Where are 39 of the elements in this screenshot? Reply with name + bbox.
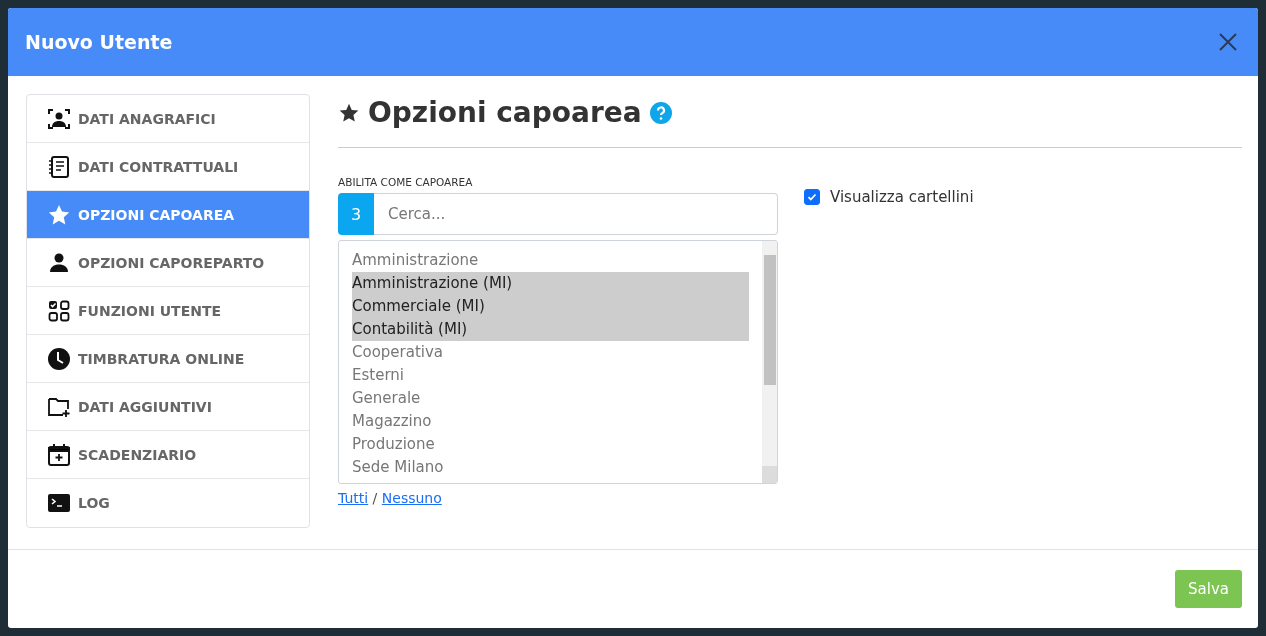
check-icon xyxy=(807,192,817,202)
search-field[interactable]: Cerca... xyxy=(374,193,778,235)
sidebar-item[interactable]: SCADENZIARIO xyxy=(27,431,309,479)
checkbox-grid-icon xyxy=(47,298,71,323)
list-option[interactable]: Produzione xyxy=(352,433,749,456)
list-option[interactable]: Esterni xyxy=(352,364,749,387)
count-badge: 3 xyxy=(338,193,374,235)
list-box[interactable]: Amministrazione Amministrazione (MI) Commerciale (MI) Contabilità (MI) Cooperativa Esterni Generale Magazzino Produzione Sede Milano xyxy=(338,240,778,484)
help-icon[interactable] xyxy=(649,101,672,124)
section-title: Opzioni capoarea xyxy=(368,96,642,129)
dialog-title: Nuovo Utente xyxy=(25,31,173,53)
notebook-icon xyxy=(47,154,71,179)
clock-icon xyxy=(47,346,71,371)
list-option[interactable]: Generale xyxy=(352,387,749,410)
list-option[interactable]: Sede Milano xyxy=(352,456,749,479)
list-option[interactable]: Amministrazione xyxy=(352,249,749,272)
scrollbar[interactable] xyxy=(762,241,777,483)
terminal-icon xyxy=(47,491,71,515)
sidebar-item[interactable]: OPZIONI CAPOAREA xyxy=(27,191,309,239)
calendar-plus-icon xyxy=(47,442,71,467)
list-option[interactable]: Amministrazione (MI) xyxy=(352,272,749,295)
list-option[interactable]: Contabilità (MI) xyxy=(352,318,749,341)
sidebar-item[interactable]: TIMBRATURA ONLINE xyxy=(27,335,309,383)
checkbox-label: Visualizza cartellini xyxy=(830,188,974,206)
separator-text: / xyxy=(371,490,379,506)
sidebar-item[interactable]: DATI ANAGRAFICI xyxy=(27,95,309,143)
select-link[interactable]: Nessuno xyxy=(381,490,442,506)
list-option[interactable]: Commerciale (MI) xyxy=(352,295,749,318)
person-frame-icon xyxy=(47,106,71,131)
list-option[interactable]: Cooperativa xyxy=(352,341,749,364)
close-icon xyxy=(1218,32,1238,52)
select-link[interactable]: Tutti xyxy=(338,490,369,506)
field-label: ABILITA COME CAPOAREA xyxy=(338,176,474,188)
sidebar-item[interactable]: FUNZIONI UTENTE xyxy=(27,287,309,335)
sidebar-item[interactable]: OPZIONI CAPOREPARTO xyxy=(27,239,309,287)
list-option[interactable]: Magazzino xyxy=(352,410,749,433)
sidebar-item[interactable]: LOG xyxy=(27,479,309,527)
sidebar-item[interactable]: DATI AGGIUNTIVI xyxy=(27,383,309,431)
checkbox[interactable] xyxy=(804,189,820,205)
